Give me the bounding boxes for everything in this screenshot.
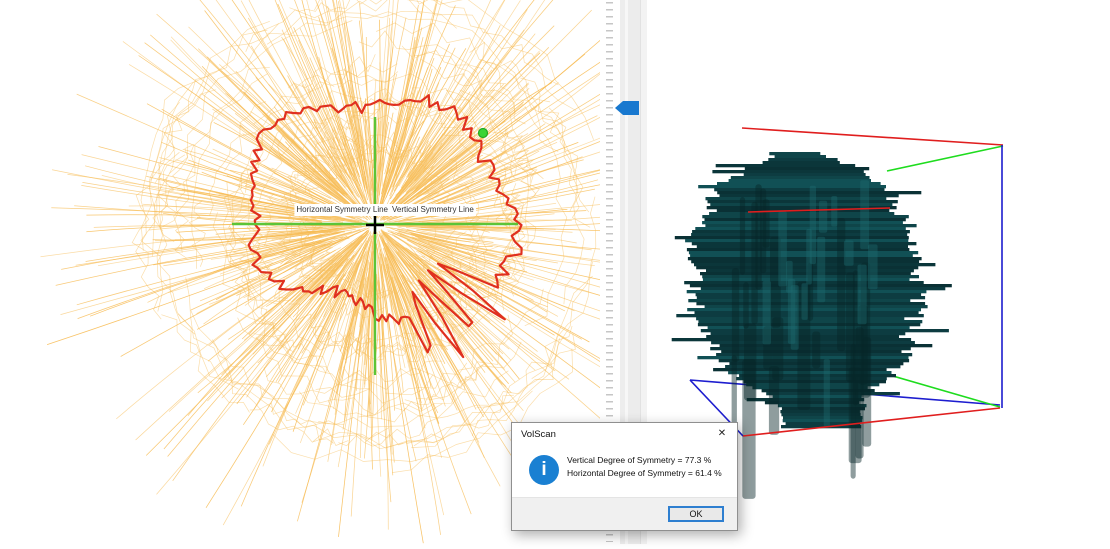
slider-arrow-icon[interactable]	[615, 101, 639, 115]
dialog-message: Vertical Degree of Symmetry = 77.3 % Hor…	[567, 454, 722, 480]
dialog-titlebar[interactable]: VolScan ✕	[512, 423, 737, 447]
contour-marker-dot[interactable]	[479, 129, 488, 138]
horizontal-symmetry-label: Horizontal Symmetry Line	[294, 204, 390, 216]
volscan-workspace: Horizontal Symmetry Line Vertical Symmet…	[0, 0, 1110, 544]
horizontal-symmetry-result: Horizontal Degree of Symmetry = 61.4 %	[567, 467, 722, 480]
dialog-title: VolScan	[521, 429, 556, 440]
info-icon: i	[529, 455, 559, 485]
ruler-slider-marker[interactable]	[613, 98, 647, 118]
vertical-symmetry-result: Vertical Degree of Symmetry = 77.3 %	[567, 454, 722, 467]
dialog-footer: OK	[512, 497, 737, 530]
close-icon: ✕	[718, 428, 726, 439]
vertical-symmetry-label: Vertical Symmetry Line	[390, 204, 476, 216]
volscan-result-dialog: VolScan ✕ i Vertical Degree of Symmetry …	[511, 422, 738, 531]
ok-button[interactable]: OK	[668, 506, 724, 522]
close-button[interactable]: ✕	[707, 423, 737, 445]
